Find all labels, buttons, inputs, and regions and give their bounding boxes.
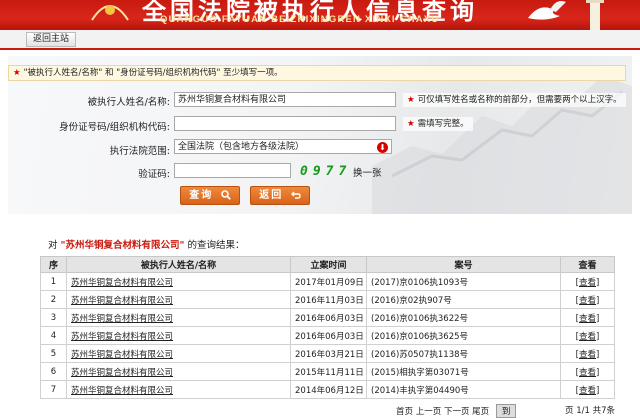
search-button[interactable]: 查询 [180,186,240,205]
id-label: 身份证号码/组织机构代码: [59,122,170,133]
cell-view[interactable]: [查看] [560,308,615,327]
nav-bar: 返回主站 [0,30,640,49]
cell-case: (2016)京02执907号 [366,290,561,309]
id-hint: ★ 需填写完整。 [403,117,473,131]
cell-no: 4 [40,326,67,345]
page-subtitle: QUANGUO FAYUAN BEIZHIXINGREN XINXI CHAXU [160,14,440,25]
cell-name[interactable]: 苏州华铜复合材料有限公司 [66,308,291,327]
last-page-link[interactable]: 尾页 [472,407,489,417]
results-heading: 对 "苏州华铜复合材料有限公司" 的查询结果： [48,240,245,251]
table-row: 7 苏州华铜复合材料有限公司 2014年06月12日 (2014)丰执字第04490号… [40,380,615,399]
cell-no: 1 [40,272,67,291]
table-row: 4 苏州华铜复合材料有限公司 2016年06月03日 (2016)京0106执3625… [40,326,615,345]
cell-date: 2016年06月03日 [290,326,367,345]
cell-name[interactable]: 苏州华铜复合材料有限公司 [66,272,291,291]
court-label: 执行法院范围: [109,146,170,157]
divider [0,48,640,50]
back-button-label: 返回 [259,190,284,201]
cell-date: 2016年06月03日 [290,308,367,327]
results-table: 序 被执行人姓名/名称 立案时间 案号 查看 1 苏州华铜复合材料有限公司 2017… [40,256,615,399]
cell-date: 2015年11月11日 [290,362,367,381]
captcha-image: 0977 [300,164,352,179]
cell-date: 2016年11月03日 [290,290,367,309]
name-label: 被执行人姓名/名称: [87,97,170,108]
pillar-icon [590,0,600,30]
name-hint: ★ 可仅填写姓名或名称的前部分，但需要两个以上汉字。 [403,93,626,107]
cell-view[interactable]: [查看] [560,344,615,363]
captcha-input[interactable] [174,163,291,178]
cell-name[interactable]: 苏州华铜复合材料有限公司 [66,344,291,363]
cell-view[interactable]: [查看] [560,380,615,399]
col-header-case: 案号 [366,256,561,273]
cell-name[interactable]: 苏州华铜复合材料有限公司 [66,290,291,309]
magnifier-icon [220,190,231,200]
captcha-label: 验证码: [138,169,170,180]
cell-case: (2015)相执字第03071号 [366,362,561,381]
cell-view[interactable]: [查看] [560,362,615,381]
refresh-captcha-link[interactable]: 换一张 [353,165,382,179]
cell-no: 5 [40,344,67,363]
name-input[interactable]: 苏州华铜复合材料有限公司 [174,92,396,107]
header-banner: 全国法院被执行人信息查询 QUANGUO FAYUAN BEIZHIXINGRE… [0,0,640,30]
warning-arrow-icon[interactable]: ⬇ [377,142,388,153]
notice-text: "被执行人姓名/名称" 和 "身份证号码/组织机构代码" 至少填写一项。 [23,68,283,78]
return-arrow-icon [290,191,301,199]
table-row: 1 苏州华铜复合材料有限公司 2017年01月09日 (2017)京0106执1093… [40,272,615,291]
table-row: 6 苏州华铜复合材料有限公司 2015年11月11日 (2015)相执字第03071号… [40,362,615,381]
cell-no: 6 [40,362,67,381]
back-to-home-button[interactable]: 返回主站 [26,32,77,47]
first-page-link[interactable]: 首页 [396,407,413,417]
go-button[interactable]: 到 [495,404,517,418]
table-row: 3 苏州华铜复合材料有限公司 2016年06月03日 (2016)京0106执3622… [40,308,615,327]
cell-case: (2016)苏0507执1138号 [366,344,561,363]
table-row: 5 苏州华铜复合材料有限公司 2016年03月21日 (2016)苏0507执1138… [40,344,615,363]
next-page-link[interactable]: 下一页 [444,407,470,417]
back-button[interactable]: 返回 [250,186,310,205]
cell-case: (2016)京0106执3622号 [366,308,561,327]
cell-name[interactable]: 苏州华铜复合材料有限公司 [66,326,291,345]
cell-no: 2 [40,290,67,309]
cell-date: 2014年06月12日 [290,380,367,399]
cell-case: (2017)京0106执1093号 [366,272,561,291]
cell-no: 7 [40,380,67,399]
court-select[interactable]: 全国法院（包含地方各级法院） [174,139,392,154]
dove-icon [528,0,604,30]
cell-date: 2016年03月21日 [290,344,367,363]
table-row: 2 苏州华铜复合材料有限公司 2016年11月03日 (2016)京02执907号 [查… [40,290,615,309]
cell-view[interactable]: [查看] [560,326,615,345]
prev-page-link[interactable]: 上一页 [416,407,442,417]
cell-case: (2016)京0106执3625号 [366,326,561,345]
query-text: "苏州华铜复合材料有限公司" [60,240,185,251]
cell-name[interactable]: 苏州华铜复合材料有限公司 [66,362,291,381]
cell-case: (2014)丰执字第04490号 [366,380,561,399]
required-star: ★ [13,68,21,78]
cell-name[interactable]: 苏州华铜复合材料有限公司 [66,380,291,399]
col-header-view: 查看 [560,256,615,273]
cell-no: 3 [40,308,67,327]
id-number-input[interactable] [174,116,396,131]
search-button-label: 查询 [189,190,214,201]
cell-date: 2017年01月09日 [290,272,367,291]
col-header-date: 立案时间 [290,256,367,273]
col-header-name: 被执行人姓名/名称 [66,256,291,273]
notice-bar: ★ "被执行人姓名/名称" 和 "身份证号码/组织机构代码" 至少填写一项。 [8,65,626,81]
table-header-row: 序 被执行人姓名/名称 立案时间 案号 查看 [40,256,615,273]
cell-view[interactable]: [查看] [560,290,615,309]
pagination: 首页 上一页 下一页 尾页 到 [396,404,517,418]
col-header-no: 序 [40,256,67,273]
cell-view[interactable]: [查看] [560,272,615,291]
emblem-icon [91,5,129,21]
page-info: 页 1/1 共7条 [565,406,615,416]
